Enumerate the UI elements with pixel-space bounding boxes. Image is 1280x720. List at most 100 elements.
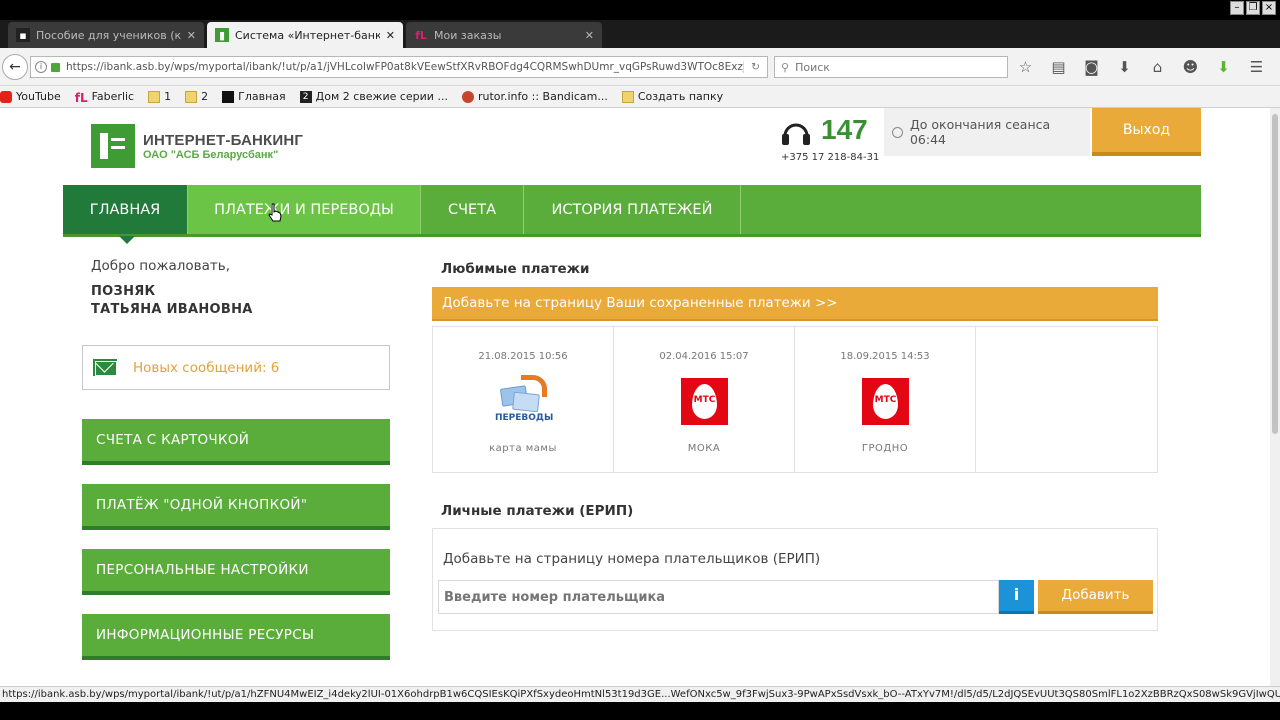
- tab-close-icon[interactable]: ✕: [585, 29, 594, 42]
- screen-bottom-border: [0, 702, 1280, 720]
- info-button[interactable]: i: [999, 580, 1034, 614]
- new-messages-box[interactable]: Новых сообщений: 6: [82, 345, 390, 390]
- info-resources-button[interactable]: ИНФОРМАЦИОННЫЕ РЕСУРСЫ: [82, 614, 390, 660]
- favorite-empty-slot: [976, 327, 1157, 472]
- rutor-icon: [461, 90, 474, 103]
- favorite-payment[interactable]: 02.04.2016 15:07 МТС МОКА: [614, 327, 795, 472]
- user-name: ПОЗНЯК ТАТЬЯНА ИВАНОВНА: [91, 283, 253, 319]
- bookmark-dom2[interactable]: 2 Дом 2 свежие серии ...: [299, 90, 448, 103]
- nav-item-main[interactable]: ГЛАВНАЯ: [63, 185, 188, 244]
- bookmark-star-icon[interactable]: ☆: [1016, 58, 1035, 77]
- nav-item-accounts[interactable]: СЧЕТА: [421, 185, 524, 234]
- tab-close-icon[interactable]: ✕: [187, 29, 196, 42]
- home-icon[interactable]: ⌂: [1148, 58, 1167, 77]
- phone-full-number: +375 17 218-84-31: [781, 152, 880, 163]
- menu-icon[interactable]: ☰: [1247, 58, 1266, 77]
- status-bar: https://ibank.asb.by/wps/myportal/ibank/…: [0, 686, 1280, 702]
- download-helper-icon[interactable]: ⬇: [1214, 58, 1233, 77]
- mts-logo-icon: МТС: [681, 378, 728, 425]
- erip-title: Личные платежи (ЕРИП): [441, 503, 634, 519]
- bookmark-label: Создать папку: [637, 90, 724, 103]
- erip-panel: Добавьте на страницу номера плательщиков…: [432, 528, 1158, 631]
- session-timer: До окончания сеанса 06:44: [884, 108, 1090, 156]
- download-icon[interactable]: ⬇: [1115, 58, 1134, 77]
- logo-title: ИНТЕРНЕТ-БАНКИНГ: [143, 131, 304, 149]
- welcome-text: Добро пожаловать,: [91, 258, 231, 274]
- tab-bar: ▪ Пособие для учеников (кни... ✕ ▮ Систе…: [0, 20, 1280, 63]
- bookmark-label: Faberlic: [91, 90, 135, 103]
- one-click-payment-button[interactable]: ПЛАТЁЖ "ОДНОЙ КНОПКОЙ": [82, 484, 390, 530]
- favorite-payment[interactable]: 21.08.2015 10:56 ПЕРЕВОДЫ карта мамы: [433, 327, 614, 472]
- new-messages-label: Новых сообщений: 6: [133, 359, 280, 376]
- phone-short-number: 147: [821, 114, 868, 145]
- search-placeholder: Поиск: [795, 60, 830, 74]
- bookmark-glavnaya[interactable]: Главная: [222, 90, 286, 103]
- transfer-icon: ПЕРЕВОДЫ: [495, 375, 553, 425]
- youtube-icon: [0, 90, 12, 103]
- url-bar[interactable]: i https://ibank.asb.by/wps/myportal/iban…: [30, 56, 768, 78]
- minimize-icon[interactable]: –: [1230, 1, 1244, 15]
- bookmarks-bar: YouTube fL Faberlic 1 2 Главная 2 Дом 2 св…: [0, 86, 1280, 108]
- hand-cursor-icon: [268, 203, 282, 222]
- window-titlebar: – ❐ ×: [0, 0, 1280, 20]
- close-icon[interactable]: ×: [1262, 1, 1276, 15]
- transfer-logo-text: ПЕРЕВОДЫ: [495, 413, 554, 423]
- add-button[interactable]: Добавить: [1038, 580, 1153, 614]
- bookmark-label: YouTube: [16, 90, 61, 103]
- mts-logo-icon: МТС: [862, 378, 909, 425]
- site-info-icon[interactable]: i: [35, 61, 47, 73]
- tab-title: Система «Интернет-банкин...: [235, 28, 380, 42]
- session-text: До окончания сеанса 06:44: [909, 117, 1051, 147]
- favorites-title: Любимые платежи: [441, 261, 590, 277]
- favorite-payment[interactable]: 18.09.2015 14:53 МТС ГРОДНО: [795, 327, 976, 472]
- mts-logo-text: МТС: [874, 395, 897, 405]
- logout-button[interactable]: Выход: [1092, 108, 1201, 156]
- favorites-grid: 21.08.2015 10:56 ПЕРЕВОДЫ карта мамы 02.…: [432, 326, 1158, 473]
- faberlic-favicon-icon: fL: [415, 28, 427, 42]
- bank-logo-icon: [91, 124, 135, 168]
- scrollbar-thumb[interactable]: [1272, 114, 1278, 434]
- url-text[interactable]: https://ibank.asb.by/wps/myportal/ibank/…: [66, 61, 743, 73]
- user-last-name: ПОЗНЯК: [91, 284, 156, 299]
- reload-icon[interactable]: ↻: [743, 61, 767, 73]
- tab-orders[interactable]: fL Мои заказы ✕: [406, 22, 602, 48]
- favorite-date: 18.09.2015 14:53: [840, 351, 930, 362]
- mail-icon: [93, 359, 117, 376]
- bookmark-youtube[interactable]: YouTube: [0, 90, 61, 103]
- tab-title: Пособие для учеников (кни...: [36, 28, 181, 42]
- clock-icon: [892, 126, 903, 138]
- search-input[interactable]: ⚲ Поиск: [774, 56, 1008, 78]
- favorites-add-banner[interactable]: Добавьте на страницу Ваши сохраненные пл…: [432, 287, 1158, 321]
- main-navigation: ГЛАВНАЯ ПЛАТЕЖИ И ПЕРЕВОДЫ СЧЕТА ИСТОРИЯ…: [63, 185, 1201, 244]
- nav-item-history[interactable]: ИСТОРИЯ ПЛАТЕЖЕЙ: [524, 185, 741, 234]
- bookmark-new-folder[interactable]: Создать папку: [621, 90, 724, 103]
- bookmark-label: Главная: [238, 90, 286, 103]
- faberlic-icon: fL: [74, 90, 88, 105]
- window-controls: – ❐ ×: [1230, 1, 1276, 15]
- reading-list-icon[interactable]: ▤: [1049, 58, 1068, 77]
- back-button[interactable]: ←: [2, 54, 28, 80]
- mts-logo-text: МТС: [693, 395, 716, 405]
- tab-ibank[interactable]: ▮ Система «Интернет-банкин... ✕: [207, 22, 403, 48]
- personal-settings-button[interactable]: ПЕРСОНАЛЬНЫЕ НАСТРОЙКИ: [82, 549, 390, 595]
- accounts-with-card-button[interactable]: СЧЕТА С КАРТОЧКОЙ: [82, 419, 390, 465]
- bookmark-label: 2: [201, 90, 209, 103]
- bookmark-folder-1[interactable]: 1: [148, 90, 171, 103]
- payer-number-input[interactable]: [438, 580, 999, 614]
- bank-favicon-icon: ▮: [215, 28, 229, 42]
- bookmark-label: Дом 2 свежие серии ...: [315, 90, 448, 103]
- restore-icon[interactable]: ❐: [1246, 1, 1260, 15]
- tab-posobie[interactable]: ▪ Пособие для учеников (кни... ✕: [8, 22, 204, 48]
- logo-subtitle: ОАО "АСБ Беларусбанк": [143, 148, 279, 161]
- tab-close-icon[interactable]: ✕: [386, 29, 395, 42]
- chat-icon[interactable]: ☻: [1181, 58, 1200, 77]
- bookmark-rutor[interactable]: rutor.info :: Bandicam...: [461, 90, 608, 103]
- lock-icon: [51, 62, 60, 72]
- erip-description: Добавьте на страницу номера плательщиков…: [443, 551, 821, 567]
- bank-logo[interactable]: ИНТЕРНЕТ-БАНКИНГ ОАО "АСБ Беларусбанк": [91, 124, 303, 168]
- nav-item-payments[interactable]: ПЛАТЕЖИ И ПЕРЕВОДЫ: [188, 185, 421, 234]
- bookmark-folder-2[interactable]: 2: [185, 90, 208, 103]
- page-scrollbar[interactable]: [1270, 108, 1280, 686]
- pocket-icon[interactable]: ◙: [1082, 58, 1101, 77]
- bookmark-faberlic[interactable]: fL Faberlic: [74, 90, 135, 105]
